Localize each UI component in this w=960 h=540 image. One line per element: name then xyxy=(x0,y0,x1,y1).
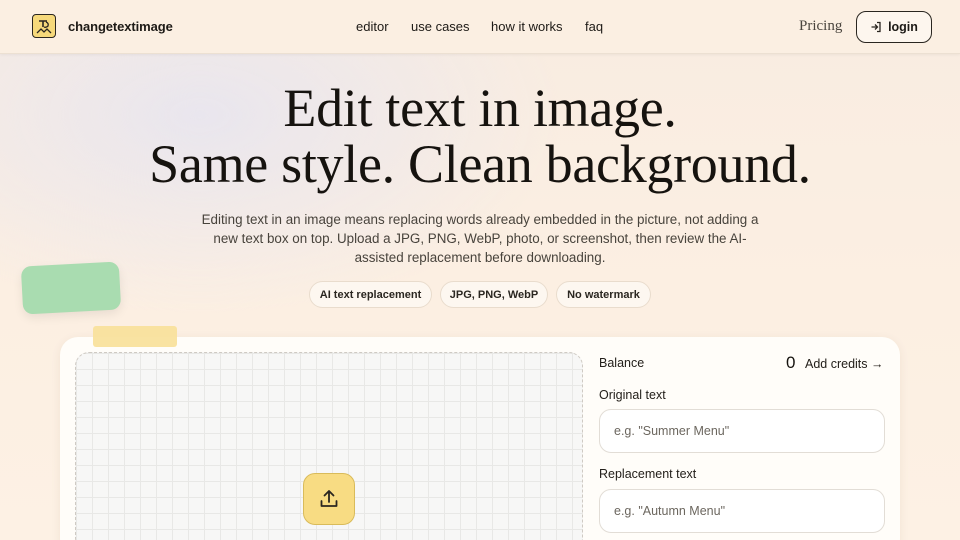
decor-green-note xyxy=(20,261,122,315)
hero-subtitle: Editing text in an image means replacing… xyxy=(201,212,759,265)
login-label: login xyxy=(888,20,918,34)
brand-name[interactable]: changetextimage xyxy=(68,19,173,34)
login-icon xyxy=(871,21,881,33)
nav-link-use-cases[interactable]: use cases xyxy=(411,19,470,34)
pricing-link[interactable]: Pricing xyxy=(799,18,842,35)
pill-no-watermark: No watermark xyxy=(556,281,651,308)
login-button[interactable]: login xyxy=(856,11,932,43)
hero-title-line-1: Edit text in image. xyxy=(283,78,677,138)
nav-link-how-it-works[interactable]: how it works xyxy=(491,19,563,34)
balance-label: Balance xyxy=(599,356,645,370)
logo-icon[interactable] xyxy=(32,14,56,38)
pill-formats: JPG, PNG, WebP xyxy=(440,281,548,308)
nav-link-faq[interactable]: faq xyxy=(585,19,603,34)
original-text-input[interactable] xyxy=(599,409,885,453)
upload-icon xyxy=(320,490,338,507)
decor-yellow-tape xyxy=(93,326,177,347)
pill-ai-text-replacement: AI text replacement xyxy=(309,281,432,308)
balance-value: 0 xyxy=(786,353,796,372)
upload-button[interactable] xyxy=(303,473,355,525)
add-credits-link[interactable]: Add credits → xyxy=(805,357,884,371)
top-nav: changetextimage editor use cases how it … xyxy=(0,0,960,54)
replacement-text-label: Replacement text xyxy=(599,467,697,481)
hero-title-line-2: Same style. Clean background. xyxy=(149,134,811,194)
replacement-text-input[interactable] xyxy=(599,489,885,533)
nav-link-editor[interactable]: editor xyxy=(356,19,389,34)
original-text-label: Original text xyxy=(599,388,666,402)
